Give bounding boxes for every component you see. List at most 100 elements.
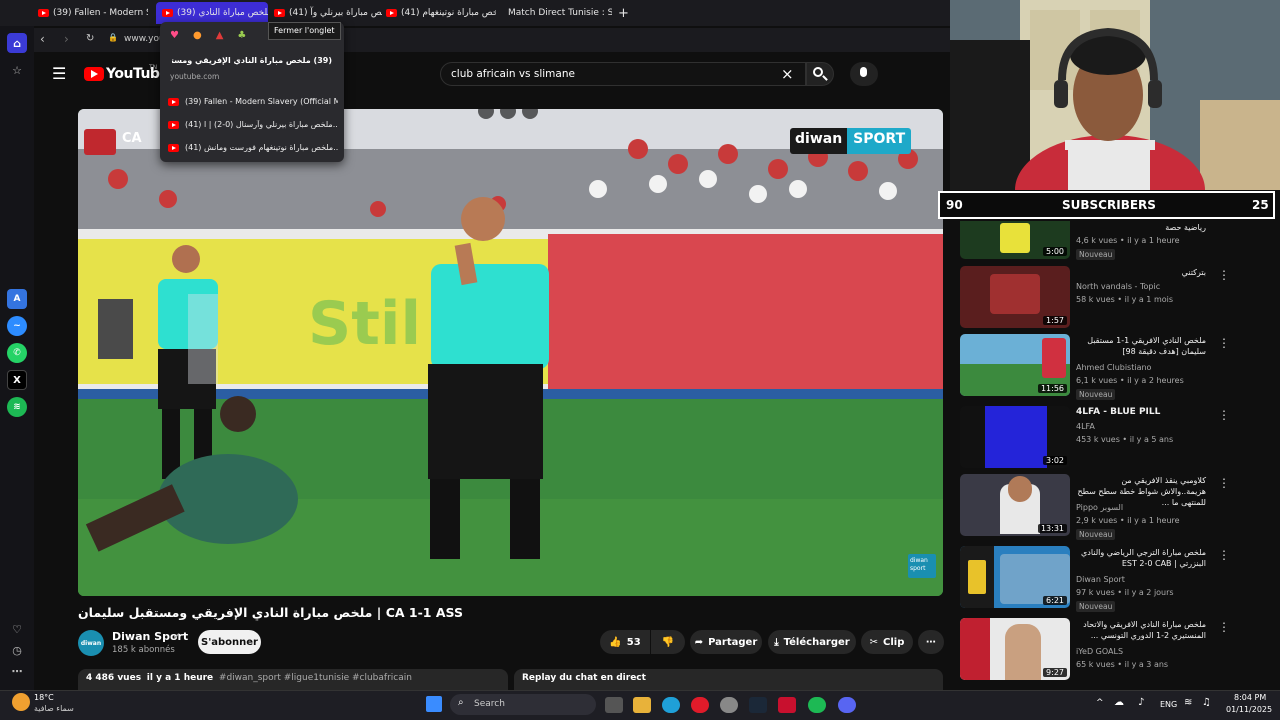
more-options-icon[interactable]: ⋮	[1218, 548, 1230, 562]
tray-chevron-icon[interactable]: ^	[1096, 698, 1104, 708]
mic-tray-icon[interactable]: ♪	[1138, 697, 1144, 708]
tab-menu-title: (39) ملخص مباراة النادي الإفريقي ومستقبل	[172, 56, 332, 65]
search-input[interactable]: club africain vs slimane ×	[440, 62, 806, 86]
recommendation-item[interactable]: 11:56 ملخص النادي الافريقي 1-1 مستقبل سل…	[960, 334, 1260, 400]
tree-icon[interactable]: ♣	[237, 30, 246, 41]
more-options-icon[interactable]: ⋮	[1218, 268, 1230, 282]
player-control-icon[interactable]	[522, 109, 538, 119]
channel-name[interactable]: Diwan Sport	[1076, 575, 1125, 584]
more-options-icon[interactable]: ⋮	[1218, 408, 1230, 422]
tab-match-direct[interactable]: Match Direct Tunisie : Sco	[504, 4, 612, 22]
x-twitter-icon[interactable]: X	[7, 370, 27, 390]
clip-button[interactable]: ✂ Clip	[861, 630, 913, 654]
video-title: ملخص مباراة النادي الافريقي والاتحاد الم…	[1083, 620, 1206, 640]
video-title: ملخص مباراة النادي الإفريقي ومستقبل سليم…	[78, 605, 463, 620]
taskbar-search-box[interactable]: ⌕ Search	[450, 694, 596, 715]
history-icon[interactable]: ◷	[7, 640, 27, 660]
heart-icon[interactable]: ♥	[170, 30, 179, 41]
spotify-taskbar-icon[interactable]	[808, 697, 826, 713]
more-options-icon[interactable]: ⋮	[1218, 336, 1230, 350]
url-field[interactable]: www.you	[124, 34, 165, 44]
tab-menu-item[interactable]: (41) ملخص مباراة بيرنلي وآرسنال (0-2) | …	[168, 120, 338, 129]
cloud-icon[interactable]: ☁	[1114, 697, 1124, 708]
player-control-icon[interactable]	[500, 109, 516, 119]
obs-icon[interactable]	[720, 697, 738, 713]
menu-hamburger-icon[interactable]: ☰	[52, 64, 66, 83]
app-store-icon[interactable]: A	[7, 289, 27, 309]
player-control-icon[interactable]	[478, 109, 494, 119]
windows-start-icon[interactable]	[426, 696, 442, 712]
youtube-play-glyph	[91, 70, 98, 78]
tab-preview-menu: ♥ ● ▲ ♣ (39) ملخص مباراة النادي الإفريقي…	[160, 22, 344, 162]
weather-icon[interactable]	[12, 693, 30, 711]
tab-active-club-africain[interactable]: (39) ملخص مباراة النادي×	[156, 2, 268, 24]
clock-date[interactable]: 01/11/2025	[1226, 705, 1272, 714]
more-options-icon[interactable]: ⋮	[1218, 476, 1230, 490]
hashtags[interactable]: #diwan_sport #ligue1tunisie #clubafricai…	[219, 673, 412, 683]
like-button[interactable]: 👍 53	[600, 630, 650, 654]
recommendation-item[interactable]: 9:27 ملخص مباراة النادي الافريقي والاتحا…	[960, 618, 1260, 682]
youtube-favicon-icon	[274, 9, 285, 17]
subscribe-button[interactable]: S'abonner	[198, 630, 261, 654]
download-button[interactable]: ⤓ Télécharger	[768, 630, 856, 654]
forward-icon[interactable]: ›	[64, 32, 69, 46]
edge-icon[interactable]	[662, 697, 680, 713]
recommendation-item[interactable]: 3:02 4LFA - BLUE PILL 4LFA 453 k vues • …	[960, 406, 1260, 470]
file-explorer-icon[interactable]	[633, 697, 651, 713]
video-duration: 1:57	[1043, 316, 1067, 325]
video-meta: 2,9 k vues • il y a 1 heure	[1076, 516, 1180, 525]
channel-name[interactable]: 4LFA	[1076, 422, 1095, 431]
club-africain-crest	[84, 129, 116, 155]
tab-menu-item[interactable]: (41) ملخص مباراة نوتينغهام فورست ومانش..…	[168, 143, 338, 152]
reload-icon[interactable]: ↻	[86, 33, 94, 44]
recommendation-item[interactable]: 5:00 رياضية حصة 4,6 k vues • il y a 1 he…	[960, 221, 1260, 261]
flame-icon[interactable]: ●	[193, 30, 202, 41]
task-view-icon[interactable]	[605, 697, 623, 713]
video-thumbnail: 3:02	[960, 406, 1070, 468]
steam-icon[interactable]	[749, 697, 767, 713]
description-box[interactable]: 4 486 vues il y a 1 heure #diwan_sport #…	[78, 669, 508, 690]
live-chat-replay[interactable]: Replay du chat en direct	[514, 669, 943, 690]
recommendation-item[interactable]: 6:21 ملخص مباراة الترجي الرياضي والنادي …	[960, 546, 1260, 612]
more-actions-button[interactable]: ⋯	[918, 630, 944, 654]
channel-name[interactable]: iYeD GOALS	[1076, 647, 1123, 656]
tab-burnley[interactable]: (41) ملخص مباراة بيرنلي وآ	[274, 4, 382, 22]
broadcaster-logo: diwan SPORT	[790, 128, 912, 154]
voice-search-button[interactable]	[850, 62, 878, 86]
channel-name[interactable]: North vandals - Topic	[1076, 282, 1160, 291]
home-icon[interactable]: ⌂	[7, 33, 27, 53]
search-button[interactable]	[806, 62, 834, 86]
more-options-icon[interactable]: ⋮	[1218, 620, 1230, 634]
tab-fallen[interactable]: (39) Fallen - Modern Slave	[38, 4, 148, 22]
channel-name[interactable]: Pippo السوبر	[1076, 503, 1123, 512]
opera-taskbar-icon[interactable]	[691, 697, 709, 713]
video-player[interactable]: Stil CA diwan SPORT diwan sport	[78, 109, 943, 596]
volume-icon[interactable]: ♫	[1202, 697, 1211, 708]
dislike-button[interactable]: 👎	[651, 630, 685, 654]
video-meta: 58 k vues • il y a 1 mois	[1076, 295, 1174, 304]
heart-icon[interactable]: ♡	[7, 619, 27, 639]
spotify-icon[interactable]: ≋	[7, 397, 27, 417]
back-icon[interactable]: ‹	[40, 32, 45, 46]
recommendation-item[interactable]: 1:57 بتركتني North vandals - Topic 58 k …	[960, 266, 1260, 330]
pin-icon[interactable]: ▲	[216, 30, 224, 41]
bookmark-star-icon[interactable]: ☆	[7, 60, 27, 80]
discord-icon[interactable]	[838, 697, 856, 713]
more-dots-icon[interactable]: ⋯	[7, 661, 27, 681]
tab-nottingham[interactable]: (41) ملخص مباراة نوتينغهام	[386, 4, 496, 22]
channel-name[interactable]: Ahmed Clubistiano	[1076, 363, 1151, 372]
youtube-favicon-icon	[162, 9, 173, 17]
channel-avatar[interactable]: diwan	[78, 630, 104, 656]
clear-search-icon[interactable]: ×	[781, 65, 794, 83]
recommendation-item[interactable]: 13:31 كلاومبي ينقذ الافريقي من هزيمة..وا…	[960, 474, 1260, 540]
app-icon[interactable]	[778, 697, 796, 713]
wifi-icon[interactable]: ≋	[1184, 697, 1192, 708]
new-tab-button[interactable]: +	[618, 4, 632, 22]
language-indicator[interactable]: ENG	[1160, 700, 1177, 709]
whatsapp-icon[interactable]: ✆	[7, 343, 27, 363]
clock-time[interactable]: 8:04 PM	[1234, 693, 1266, 702]
tab-menu-item[interactable]: (39) Fallen - Modern Slavery (Official M…	[168, 97, 338, 106]
messenger-icon[interactable]: ~	[7, 316, 27, 336]
share-button[interactable]: ➦ Partager	[690, 630, 762, 654]
tab-menu-domain: youtube.com	[170, 72, 220, 81]
